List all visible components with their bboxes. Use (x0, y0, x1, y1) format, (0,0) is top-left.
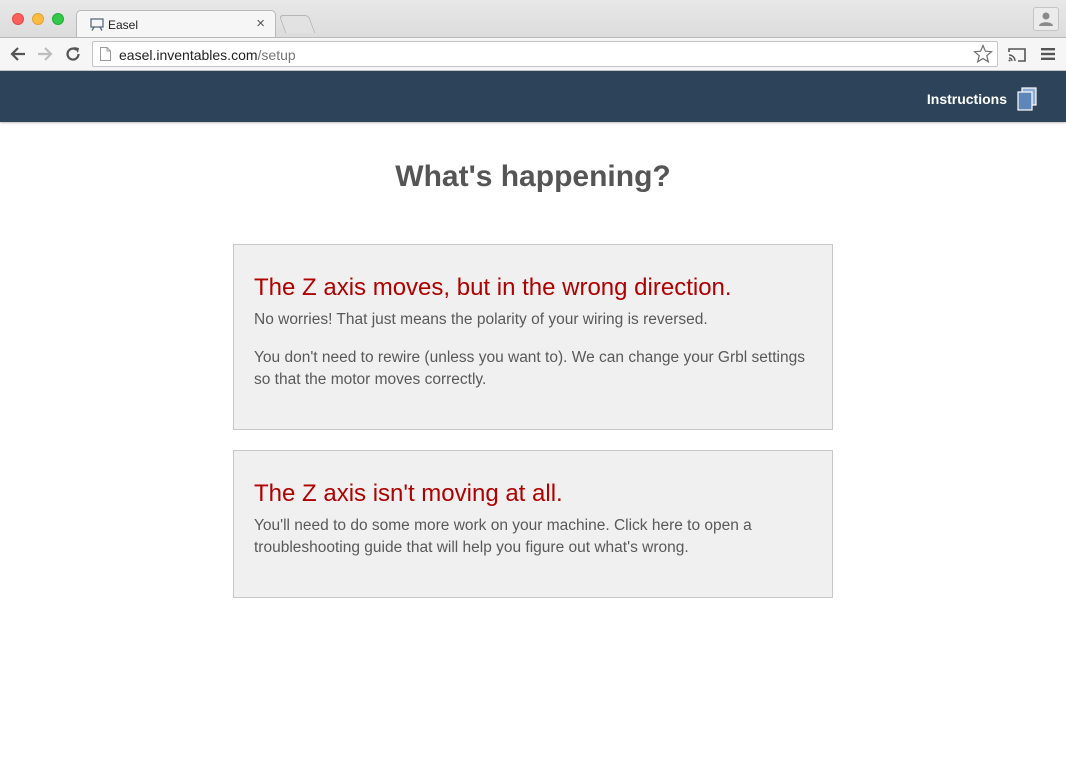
close-tab-icon[interactable]: × (256, 15, 265, 32)
bookmark-star-icon[interactable] (973, 44, 993, 64)
option-card-not-moving[interactable]: The Z axis isn't moving at all. You'll n… (233, 450, 833, 598)
option-description: You'll need to do some more work on your… (254, 517, 752, 556)
arrow-left-icon (10, 47, 25, 61)
profile-button[interactable] (1033, 7, 1059, 31)
cast-icon[interactable] (1007, 47, 1027, 63)
new-tab-button[interactable] (278, 15, 316, 33)
easel-favicon-icon (90, 18, 104, 31)
option-card-wrong-direction[interactable]: The Z axis moves, but in the wrong direc… (233, 244, 833, 430)
url-text: easel.inventables.com/setup (119, 47, 296, 63)
zoom-window-button[interactable] (52, 13, 64, 25)
forward-button[interactable] (34, 44, 56, 64)
option-description: You don't need to rewire (unless you wan… (254, 349, 805, 388)
browser-toolbar: easel.inventables.com/setup (0, 37, 1066, 71)
minimize-window-button[interactable] (32, 13, 44, 25)
option-title: The Z axis moves, but in the wrong direc… (254, 274, 732, 301)
browser-tab[interactable]: Easel × (76, 10, 276, 38)
reload-icon (66, 47, 80, 61)
tab-title: Easel (108, 18, 139, 32)
page-icon (100, 47, 111, 61)
instructions-button[interactable]: Instructions (927, 86, 1038, 112)
app-header: Instructions (0, 71, 1066, 122)
reload-button[interactable] (62, 44, 84, 64)
option-description: No worries! That just means the polarity… (254, 311, 708, 328)
option-title: The Z axis isn't moving at all. (254, 480, 563, 507)
arrow-right-icon (38, 47, 53, 61)
page-title: What's happening? (395, 160, 671, 193)
address-bar[interactable]: easel.inventables.com/setup (92, 41, 998, 67)
person-icon (1039, 12, 1053, 26)
copy-pages-icon (1017, 87, 1037, 111)
browser-tab-bar: Easel × (0, 0, 1066, 38)
close-window-button[interactable] (12, 13, 24, 25)
instructions-label: Instructions (926, 91, 1007, 107)
back-button[interactable] (7, 44, 29, 64)
menu-icon[interactable] (1040, 47, 1056, 61)
